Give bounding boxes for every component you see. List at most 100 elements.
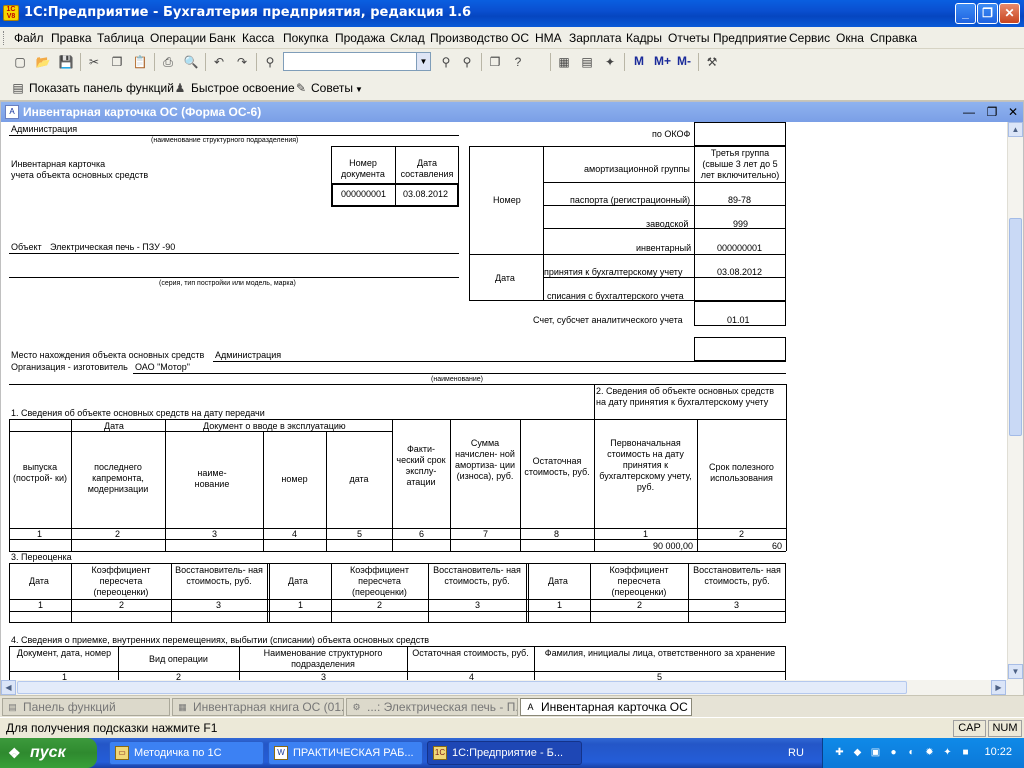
functions-toolbar: ▤ Показать панель функций ♟ Быстрое осво… [0,75,1024,101]
copy-icon[interactable]: ❐ [109,54,125,70]
memory-plus-button[interactable]: M+ [654,54,671,68]
find-prev-icon[interactable]: ⚲ [459,54,475,70]
menu-service[interactable]: Сервис [789,31,830,45]
tray-app-icon[interactable]: ✚ [833,746,846,759]
undo-icon[interactable]: ↶ [211,54,227,70]
task-folder[interactable]: ▭ Методичка по 1С [109,741,264,765]
menu-intangibles[interactable]: НМА [535,31,562,45]
menu-production[interactable]: Производство [430,31,508,45]
close-icon[interactable]: ✕ [1005,104,1021,120]
object-value[interactable]: Электрическая печь - ПЗУ -90 [50,242,175,253]
menu-sales[interactable]: Продажа [335,31,385,45]
useful-life-value[interactable]: 60 [772,541,782,552]
find-icon[interactable]: ⚲ [262,54,278,70]
print-icon[interactable]: ⎙ [160,54,176,70]
scroll-up-icon[interactable]: ▲ [1008,122,1023,137]
calculator-icon[interactable]: ▦ [556,54,572,70]
tips-button[interactable]: Советы [311,81,353,95]
paste-icon[interactable]: 📋 [132,54,148,70]
divider [543,182,786,183]
menu-file[interactable]: Файл [14,31,44,45]
account-value[interactable]: 01.01 [727,315,750,326]
passport-value[interactable]: 89-78 [728,195,751,206]
start-button[interactable]: ❖ пуск [0,738,97,768]
windows-icon[interactable]: ❐ [487,54,503,70]
memory-button[interactable]: M [634,54,644,68]
menu-table[interactable]: Таблица [97,31,144,45]
menu-windows[interactable]: Окна [836,31,864,45]
tray-network-icon[interactable]: ▣ [869,746,882,759]
task-word[interactable]: W ПРАКТИЧЕСКАЯ РАБ... [268,741,423,765]
wizard-icon[interactable]: ✦ [602,54,618,70]
acceptance-value[interactable]: 03.08.2012 [717,267,762,278]
initial-cost-value[interactable]: 90 000,00 [653,541,693,552]
okof-cell[interactable] [694,122,786,146]
menu-reports[interactable]: Отчеты [668,31,709,45]
spreadsheet-document[interactable]: Администрация (наименование структурного… [1,122,1007,680]
open-icon[interactable]: 📂 [35,54,51,70]
tab-inventory-book[interactable]: ▦ Инвентарная книга ОС (01.... [172,698,344,716]
form-window-titlebar[interactable]: A Инвентарная карточка ОС (Форма ОС-6) —… [1,102,1023,122]
scroll-thumb[interactable] [17,681,907,694]
manufacturer-value[interactable]: ОАО "Мотор" [135,362,190,373]
save-icon[interactable]: 💾 [58,54,74,70]
find-next-icon[interactable]: ⚲ [438,54,454,70]
clock[interactable]: 10:22 [984,746,1012,758]
menu-help[interactable]: Справка [870,31,917,45]
menu-operations[interactable]: Операции [150,31,206,45]
chevron-down-icon[interactable]: ▼ [355,85,363,94]
menu-cash[interactable]: Касса [242,31,274,45]
doc-date-value[interactable]: 03.08.2012 [403,189,448,200]
minimize-button[interactable]: _ [955,3,976,24]
tab-functions-panel[interactable]: ▤ Панель функций [2,698,170,716]
scroll-left-icon[interactable]: ◀ [1,680,16,695]
cut-icon[interactable]: ✂ [86,54,102,70]
menu-bank[interactable]: Банк [209,31,235,45]
tray-app-icon[interactable]: ✦ [941,746,954,759]
tools-icon[interactable]: ⚒ [704,54,720,70]
doc-number-value[interactable]: 000000001 [341,189,386,200]
horizontal-scrollbar[interactable]: ◀ ▶ [1,680,1023,695]
scroll-right-icon[interactable]: ▶ [991,680,1006,695]
menu-warehouse[interactable]: Склад [390,31,425,45]
vertical-scrollbar[interactable]: ▲ ▼ [1007,122,1023,680]
tab-electric-oven[interactable]: ⚙ ...: Электрическая печь - П... [346,698,518,716]
new-document-icon[interactable]: ▢ [12,54,28,70]
task-1c[interactable]: 1C 1С:Предприятие - Б... [427,741,582,765]
menu-purchase[interactable]: Покупка [283,31,328,45]
chevron-down-icon[interactable]: ▼ [416,53,430,70]
menu-enterprise[interactable]: Предприятие [713,31,787,45]
show-panel-button[interactable]: Показать панель функций [29,81,174,95]
location-value[interactable]: Администрация [215,350,281,361]
minimize-icon[interactable]: — [961,104,977,120]
preview-icon[interactable]: 🔍 [183,54,199,70]
tray-app-icon[interactable]: ◆ [851,746,864,759]
location-code-cell[interactable] [694,337,786,361]
restore-icon[interactable]: ❐ [984,104,1000,120]
restore-button[interactable]: ❐ [977,3,998,24]
calendar-icon[interactable]: ▤ [579,54,595,70]
scroll-down-icon[interactable]: ▼ [1008,664,1023,679]
menu-hr[interactable]: Кадры [626,31,662,45]
help-icon[interactable]: ? [510,54,526,70]
tab-inventory-card[interactable]: A Инвентарная карточка ОС (... [520,698,692,716]
memory-minus-button[interactable]: M- [677,54,691,68]
menu-edit[interactable]: Правка [51,31,92,45]
quick-start-button[interactable]: Быстрое освоение [191,81,295,95]
menu-fixed-assets[interactable]: ОС [511,31,529,45]
language-indicator[interactable]: RU [788,747,804,759]
tray-app-icon[interactable]: ■ [959,746,972,759]
tray-app-icon[interactable]: ● [887,746,900,759]
menu-salary[interactable]: Зарплата [569,31,622,45]
amort-value[interactable]: Третья группа (свыше 3 лет до 5 лет вклю… [696,148,784,181]
tray-volume-icon[interactable]: ◐ [905,746,918,759]
redo-icon[interactable]: ↷ [234,54,250,70]
close-button[interactable]: ✕ [999,3,1020,24]
inventory-value[interactable]: 000000001 [717,243,762,254]
tray-app-icon[interactable]: ✹ [923,746,936,759]
search-combo[interactable]: ▼ [283,52,431,71]
col-header: номер [281,474,308,484]
scroll-thumb[interactable] [1009,218,1022,436]
factory-value[interactable]: 999 [733,219,748,230]
title-bar[interactable]: 1C V8 1С:Предприятие - Бухгалтерия предп… [0,0,1024,27]
